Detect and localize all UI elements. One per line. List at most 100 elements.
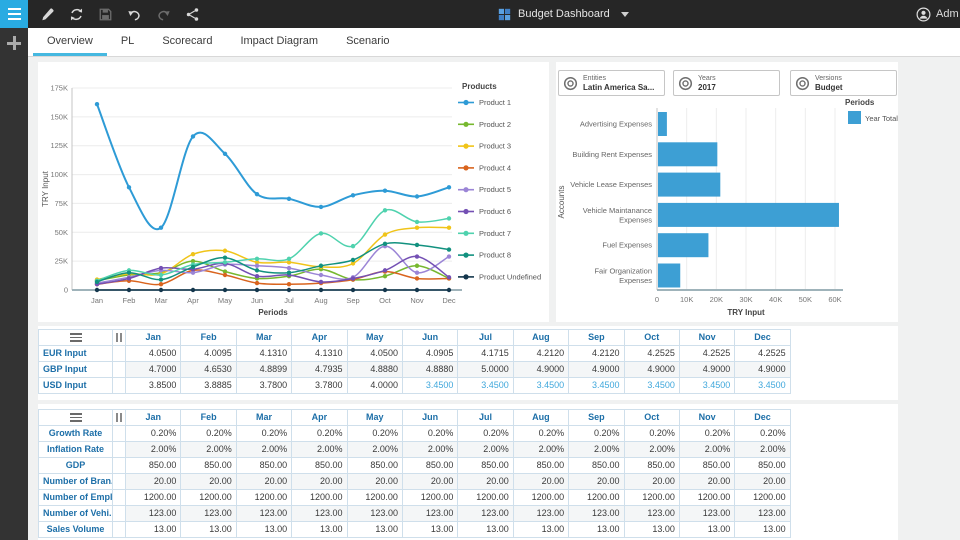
legend-item-product-5[interactable]: Product 5 <box>458 185 511 194</box>
column-header-aug[interactable]: Aug <box>513 410 568 426</box>
legend-item-product-7[interactable]: Product 7 <box>458 229 511 238</box>
data-point[interactable] <box>95 288 99 292</box>
data-point[interactable] <box>287 257 291 261</box>
cell-usd-input-jul[interactable]: 3.4500 <box>458 378 513 394</box>
cell-sales-volume-oct[interactable]: 13.00 <box>624 522 679 538</box>
cell-number-of-empl--feb[interactable]: 1200.00 <box>181 490 236 506</box>
row-handle[interactable] <box>113 378 126 394</box>
row-label[interactable]: Number of Empl... <box>39 490 113 506</box>
data-point[interactable] <box>383 208 387 212</box>
tab-impact-diagram[interactable]: Impact Diagram <box>226 28 332 56</box>
data-point[interactable] <box>383 232 387 236</box>
data-point[interactable] <box>447 247 451 251</box>
selector-years[interactable]: Years2017 <box>673 70 780 96</box>
cell-number-of-bran--oct[interactable]: 20.00 <box>624 474 679 490</box>
cell-gdp-nov[interactable]: 850.00 <box>679 458 734 474</box>
cell-eur-input-jun[interactable]: 4.0905 <box>402 346 457 362</box>
column-header-feb[interactable]: Feb <box>181 330 236 346</box>
undo-button[interactable] <box>125 5 143 23</box>
data-point[interactable] <box>159 266 163 270</box>
data-point[interactable] <box>319 264 323 268</box>
cell-sales-volume-mar[interactable]: 13.00 <box>236 522 291 538</box>
data-point[interactable] <box>223 260 227 264</box>
data-point[interactable] <box>447 288 451 292</box>
data-point[interactable] <box>319 288 323 292</box>
cell-number-of-vehi--oct[interactable]: 123.00 <box>624 506 679 522</box>
cell-eur-input-feb[interactable]: 4.0095 <box>181 346 236 362</box>
legend-item-product-8[interactable]: Product 8 <box>458 251 511 260</box>
series-line-product-7[interactable] <box>97 210 449 281</box>
data-point[interactable] <box>447 185 451 189</box>
row-handle[interactable] <box>113 490 126 506</box>
column-header-sep[interactable]: Sep <box>569 330 624 346</box>
cell-sales-volume-jun[interactable]: 13.00 <box>402 522 457 538</box>
column-header-jan[interactable]: Jan <box>126 330 181 346</box>
data-point[interactable] <box>159 273 163 277</box>
cell-growth-rate-jun[interactable]: 0.20% <box>402 426 457 442</box>
cell-gbp-input-jan[interactable]: 4.7000 <box>126 362 181 378</box>
cell-gdp-feb[interactable]: 850.00 <box>181 458 236 474</box>
refresh-button[interactable] <box>67 5 85 23</box>
data-point[interactable] <box>223 152 227 156</box>
column-header-aug[interactable]: Aug <box>513 330 568 346</box>
column-header-feb[interactable]: Feb <box>181 410 236 426</box>
cell-number-of-bran--apr[interactable]: 20.00 <box>292 474 347 490</box>
cell-gbp-input-feb[interactable]: 4.6530 <box>181 362 236 378</box>
legend-item-year-total[interactable]: Year Total <box>848 111 898 124</box>
data-point[interactable] <box>415 194 419 198</box>
cell-inflation-rate-aug[interactable]: 2.00% <box>513 442 568 458</box>
cell-growth-rate-mar[interactable]: 0.20% <box>236 426 291 442</box>
column-header-jun[interactable]: Jun <box>402 410 457 426</box>
cell-gdp-apr[interactable]: 850.00 <box>292 458 347 474</box>
cell-gbp-input-may[interactable]: 4.8880 <box>347 362 402 378</box>
bar-advertising-expenses[interactable] <box>658 112 667 136</box>
data-point[interactable] <box>223 249 227 253</box>
data-point[interactable] <box>415 270 419 274</box>
bar-fair-organization-expenses[interactable] <box>658 264 680 288</box>
cell-usd-input-oct[interactable]: 3.4500 <box>624 378 679 394</box>
data-point[interactable] <box>383 268 387 272</box>
data-point[interactable] <box>319 205 323 209</box>
data-point[interactable] <box>223 273 227 277</box>
cell-usd-input-jun[interactable]: 3.4500 <box>402 378 457 394</box>
data-point[interactable] <box>447 216 451 220</box>
cell-number-of-vehi--jun[interactable]: 123.00 <box>402 506 457 522</box>
data-point[interactable] <box>415 220 419 224</box>
data-point[interactable] <box>127 288 131 292</box>
legend-item-product-1[interactable]: Product 1 <box>458 98 511 107</box>
cell-inflation-rate-oct[interactable]: 2.00% <box>624 442 679 458</box>
cell-number-of-vehi--sep[interactable]: 123.00 <box>569 506 624 522</box>
cell-gdp-mar[interactable]: 850.00 <box>236 458 291 474</box>
cell-eur-input-aug[interactable]: 4.2120 <box>513 346 568 362</box>
cell-usd-input-feb[interactable]: 3.8885 <box>181 378 236 394</box>
data-point[interactable] <box>95 102 99 106</box>
tab-scenario[interactable]: Scenario <box>332 28 403 56</box>
cell-gdp-aug[interactable]: 850.00 <box>513 458 568 474</box>
cell-eur-input-nov[interactable]: 4.2525 <box>679 346 734 362</box>
cell-gdp-may[interactable]: 850.00 <box>347 458 402 474</box>
column-header-nov[interactable]: Nov <box>679 330 734 346</box>
row-handle[interactable] <box>113 426 126 442</box>
data-point[interactable] <box>255 264 259 268</box>
cell-usd-input-nov[interactable]: 3.4500 <box>679 378 734 394</box>
cell-sales-volume-dec[interactable]: 13.00 <box>735 522 790 538</box>
cell-growth-rate-may[interactable]: 0.20% <box>347 426 402 442</box>
data-point[interactable] <box>191 134 195 138</box>
cell-gbp-input-nov[interactable]: 4.9000 <box>679 362 734 378</box>
cell-growth-rate-sep[interactable]: 0.20% <box>569 426 624 442</box>
cell-number-of-empl--dec[interactable]: 1200.00 <box>735 490 790 506</box>
column-header-apr[interactable]: Apr <box>292 410 347 426</box>
row-handle[interactable] <box>113 346 126 362</box>
cell-inflation-rate-jun[interactable]: 2.00% <box>402 442 457 458</box>
cell-gbp-input-oct[interactable]: 4.9000 <box>624 362 679 378</box>
cell-gbp-input-jul[interactable]: 5.0000 <box>458 362 513 378</box>
cell-inflation-rate-sep[interactable]: 2.00% <box>569 442 624 458</box>
data-point[interactable] <box>415 276 419 280</box>
products-line-chart[interactable]: 025K50K75K100K125K150K175KTRY InputJanFe… <box>38 62 549 322</box>
cell-number-of-empl--jun[interactable]: 1200.00 <box>402 490 457 506</box>
grid-menu-icon[interactable] <box>70 333 82 342</box>
cell-growth-rate-nov[interactable]: 0.20% <box>679 426 734 442</box>
cell-number-of-bran--may[interactable]: 20.00 <box>347 474 402 490</box>
bar-vehicle-maintanance-expenses[interactable] <box>658 203 839 227</box>
cell-usd-input-sep[interactable]: 3.4500 <box>569 378 624 394</box>
